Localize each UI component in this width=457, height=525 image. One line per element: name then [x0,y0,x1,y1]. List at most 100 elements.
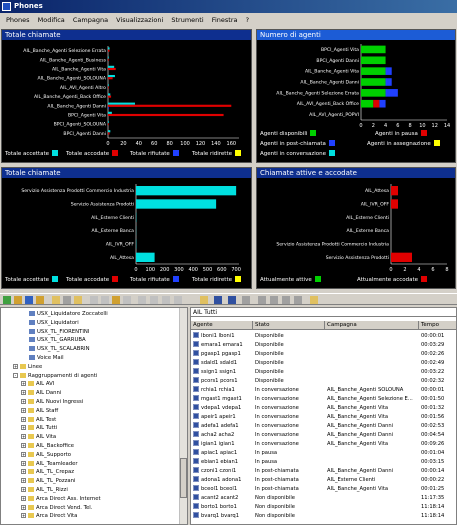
panel-totale-chiamate-2[interactable]: Totale chiamate 0 100 200 300 400 500 600 700 Se… [1,167,252,289]
table-row[interactable]: acant2 acant2 Non disponibile 11:17:35 [191,494,456,502]
folder-icon[interactable] [36,296,44,304]
tree-scrollbar[interactable] [179,308,187,524]
copy-icon[interactable] [63,296,71,304]
expand-icon[interactable]: + [21,487,26,492]
properties-icon[interactable] [123,296,131,304]
details-icon[interactable] [282,296,290,304]
menu-help[interactable]: ? [246,14,249,26]
large-icons-icon[interactable] [258,296,266,304]
tree-item[interactable]: Voice Mail [29,354,64,362]
forward-icon[interactable] [174,296,182,304]
expand-icon[interactable]: + [21,416,26,422]
table-row[interactable]: adefa1 adefa1 In conversazione AIL_Banche_… [191,422,456,430]
table-row[interactable]: borto1 borto1 Non disponibile 11:18:14 [191,503,456,511]
expand-icon[interactable]: + [21,513,26,519]
expand-icon[interactable]: + [21,504,26,510]
expand-icon[interactable]: + [21,478,26,484]
expand-icon[interactable]: + [21,495,26,501]
menu-strumenti[interactable]: Strumenti [171,14,203,26]
scroll-thumb[interactable] [180,458,187,498]
table-row[interactable]: mgast1 mgast1 In conversazione AIL_Banche_… [191,395,456,403]
table-row[interactable]: sdald1 sdald1 Disponibile 00:02:49 [191,359,456,367]
table-row[interactable]: pcors1 pcors1 Disponibile 00:02:32 [191,377,456,385]
help-icon[interactable] [310,296,318,304]
tree-item[interactable]: + AIL_TL_Pozzani [21,477,76,485]
expand-icon[interactable]: + [21,469,26,475]
tree-item[interactable]: + AIL Test [21,416,56,424]
table-row[interactable]: lboni1 lboni1 Disponibile 00:00:01 [191,332,456,340]
tree-item[interactable]: USX_TL_GARRUBA [29,336,86,344]
back-icon[interactable] [138,296,146,304]
play-icon[interactable] [162,296,170,304]
tree-item[interactable]: + Arca Direct Vend. Tel. [21,504,92,512]
tree-panel[interactable]: USX_Liquidatore Zoccatelli USX_Liquidator… [0,307,188,525]
view-icon[interactable] [200,296,208,304]
tree-item[interactable]: + AIL Vita [21,433,56,441]
tree-item[interactable]: + Arca Direct Ass. Internet [21,495,101,503]
tree-item[interactable]: + AIL_Supporto [21,451,71,459]
panel-numero-agenti[interactable]: Numero di agenti 0 2 4 6 8 10 12 14 BPCI_Agenti … [256,29,456,163]
expand-icon[interactable]: + [21,407,26,413]
tree-item[interactable]: + AIL AVI [21,380,54,388]
tree-item[interactable]: + AIL_TL_Crepaz [21,468,74,476]
menu-finestra[interactable]: Finestra [212,14,238,26]
table-row[interactable]: bvarq1 bvarq1 Non disponibile 11:18:14 [191,512,456,520]
table-row[interactable]: pgasp1 pgasp1 Disponibile 00:02:26 [191,350,456,358]
user-icon[interactable] [14,296,22,304]
agent-grid[interactable]: AIL Tutti Agente Stato Campagna Tempo lb… [190,307,457,525]
tree-item[interactable]: + AIL Staff [21,407,58,415]
tree-item[interactable]: + AIL_TL_Rizzi [21,486,68,494]
table-row[interactable]: bceol1 bceol1 In post-chiamata AIL_Banche_… [191,485,456,493]
expand-icon[interactable]: + [21,460,26,466]
columns-icon[interactable] [294,296,302,304]
panel-chiamate-attive[interactable]: Chiamate attive e accodate 0 2 4 6 8 AIL_Atte… [256,167,456,289]
expand-icon[interactable]: + [21,390,26,396]
expand-icon[interactable]: + [21,434,26,440]
column-header-campagna[interactable]: Campagna [325,321,419,330]
table-row[interactable]: apiac1 apiac1 In pausa 00:01:04 [191,449,456,457]
column-header-tempo[interactable]: Tempo [419,321,456,330]
panel-totale-chiamate[interactable]: Totale chiamate 0 20 40 60 80 100 120 140 160 AIL… [1,29,252,163]
table-row[interactable]: czoni1 czoni1 In post-chiamata AIL_Banche_… [191,467,456,475]
tree-item[interactable]: USX_Liquidatore Zoccatelli [29,310,108,318]
expand-icon[interactable]: + [21,443,26,448]
list-view-icon[interactable] [242,296,250,304]
grid-view-icon[interactable] [228,296,236,304]
tree-item[interactable]: + AIL Tutti [21,424,57,432]
tree-item[interactable]: + Linee [13,363,42,371]
delete-icon[interactable] [90,296,98,304]
expand-icon[interactable]: + [21,451,26,457]
column-header-agente[interactable]: Agente [191,321,253,330]
tree-icon[interactable] [3,296,11,304]
table-row[interactable]: igian1 igian1 In conversazione AIL_Banche_… [191,440,456,448]
tree-item[interactable]: USX_TL_SCALABRIN [29,345,90,353]
table-row[interactable]: ebian1 ebian1 In pausa 00:03:15 [191,458,456,466]
paste-icon[interactable] [74,296,82,304]
cut-icon[interactable] [52,296,60,304]
table-row[interactable]: adona1 adona1 In post-chiamata AIL_Esterne… [191,476,456,484]
tree-item[interactable]: USX_TL_FIORENTINI [29,328,89,336]
table-row[interactable]: vdepa1 vdepa1 In conversazione AIL_Banche_… [191,404,456,412]
table-row[interactable]: emara1 emara1 Disponibile 00:03:29 [191,341,456,349]
tree-item[interactable]: + Arca Direct Vita [21,512,77,520]
chart-view-icon[interactable] [214,296,222,304]
expand-icon[interactable]: + [21,381,26,387]
column-header-stato[interactable]: Stato [253,321,325,330]
tree-item[interactable]: + AIL Nuovi Ingressi [21,398,83,406]
expand-icon[interactable]: + [21,425,26,431]
menu-phones[interactable]: Phones [6,14,30,26]
new-icon[interactable] [101,296,109,304]
tree-item[interactable]: USX_Liquidatori [29,319,79,327]
expand-icon[interactable]: - [13,372,18,378]
group-icon[interactable] [25,296,33,304]
menu-campagna[interactable]: Campagna [73,14,108,26]
tree-item[interactable]: - Raggruppamenti di agenti [13,372,97,380]
tree-item[interactable]: + AIL_Teamleader [21,460,78,468]
small-icons-icon[interactable] [270,296,278,304]
table-row[interactable]: rchia1 rchia1 In conversazione AIL_Banche_… [191,386,456,394]
window-titlebar[interactable]: Phones [0,0,457,13]
open-icon[interactable] [112,296,120,304]
tree-item[interactable]: + AIL Danni [21,389,61,397]
stop-icon[interactable] [150,296,158,304]
tree-item[interactable]: + AIL_Backoffice [21,442,74,450]
